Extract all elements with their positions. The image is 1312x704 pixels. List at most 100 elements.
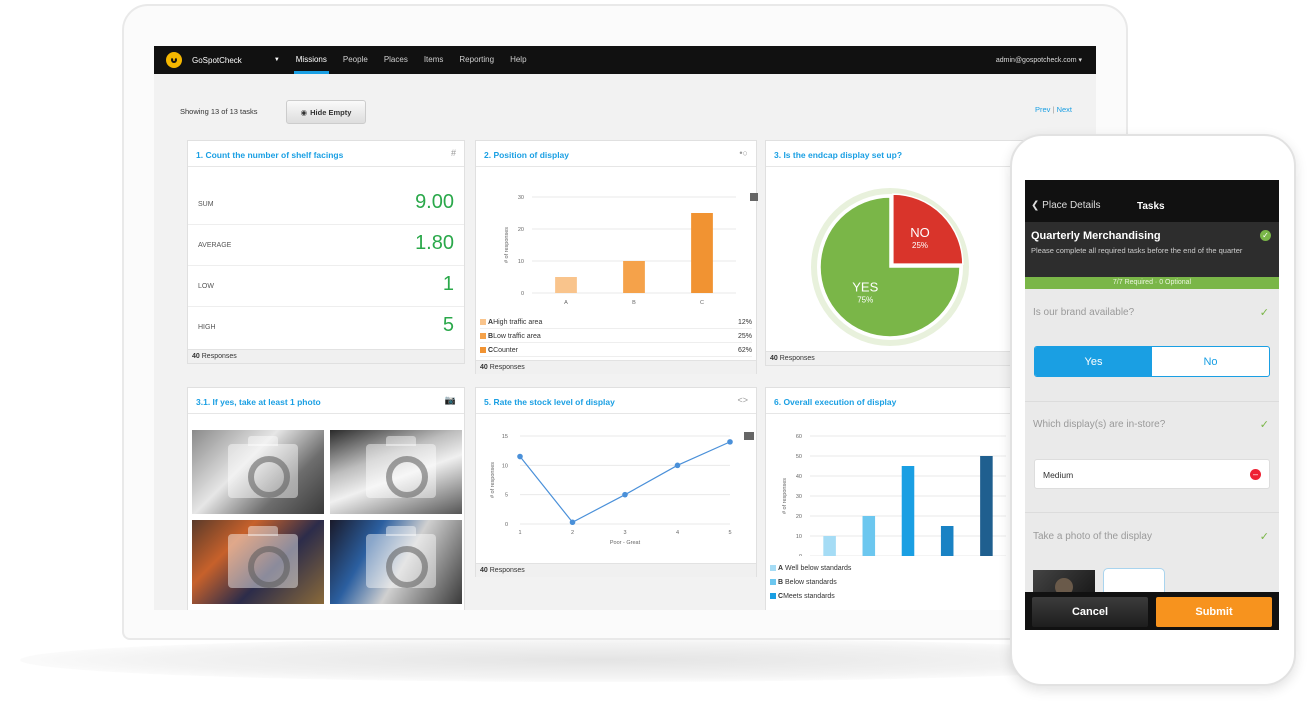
top-navbar: GoSpotCheck ▼ Missions People Places Ite… [154,46,1096,74]
table-icon [750,193,758,201]
display-select[interactable]: Medium – [1034,459,1270,489]
y-tick-label: 50 [796,454,802,460]
chevron-left-icon: ❮ [1031,200,1040,211]
card-header: 2. Position of display •○ [476,141,756,167]
bar [901,466,915,556]
bar [980,456,993,556]
next-link[interactable]: Next [1057,105,1072,114]
checkmark-icon: ✓ [1259,307,1269,319]
y-tick-label: 0 [505,522,508,528]
card-footer-responses: 40 Responses [476,360,756,374]
photo-thumbnail[interactable] [330,430,462,514]
phone-title: Tasks [1137,201,1165,212]
photo-thumbnail[interactable] [192,520,324,604]
divider [1025,401,1279,402]
card-footer-responses: 40 Responses [188,349,464,363]
responses-label: Responses [779,355,815,362]
camera-placeholder-icon [366,526,436,588]
table-icon [744,432,754,440]
data-point [727,439,733,445]
x-tick-label: C [700,300,704,306]
y-tick-label: 15 [502,434,508,440]
bar [623,261,645,293]
card-title[interactable]: 1. Count the number of shelf facings [196,150,343,160]
stat-row-low: LOW 1 [188,267,464,307]
card-shelf-facings: 1. Count the number of shelf facings # S… [187,140,465,364]
responses-label: Responses [489,364,525,371]
legend-label: Below standards [785,579,837,586]
legend-swatch [770,579,776,585]
responses-label: Responses [489,567,525,574]
yes-option[interactable]: Yes [1035,347,1152,376]
legend-label: Low traffic area [493,333,541,340]
legend-swatch [770,565,776,571]
bar [555,277,577,293]
legend-label: Meets standards [783,593,835,600]
y-tick-label: 5 [505,493,508,499]
legend-label: Counter [493,347,518,354]
account-menu[interactable]: admin@gospotcheck.com ▾ [996,56,1082,64]
legend-item-b: B Below standards [770,577,837,588]
task-count: Showing 13 of 13 tasks [180,107,258,116]
divider [1025,512,1279,513]
card-title[interactable]: 5. Rate the stock level of display [484,397,615,407]
y-tick-label: 40 [796,474,802,480]
position-bar-chart: 0 10 20 30 # of responses A B C [504,193,758,306]
hide-empty-button[interactable]: ◉ Hide Empty [286,100,366,124]
data-point [622,491,628,498]
x-tick-label: 2 [571,530,574,536]
x-axis-label: Poor - Great [610,540,641,546]
pie-label: YES [852,280,878,295]
card-title[interactable]: 6. Overall execution of display [774,397,896,407]
brand-name[interactable]: GoSpotCheck [192,56,242,65]
no-option[interactable]: No [1152,347,1269,376]
prev-link[interactable]: Prev [1035,105,1050,114]
responses-count: 40 [480,364,488,371]
x-tick-label: B [632,300,636,306]
legend-item-a: A Well below standards [770,563,851,574]
question-photo: Take a photo of the display [1033,531,1152,542]
checkmark-icon: ✓ [1259,419,1269,431]
card-header: 1. Count the number of shelf facings # [188,141,464,167]
nav-people[interactable]: People [343,46,368,74]
data-point [517,453,523,460]
yes-no-toggle: Yes No [1034,346,1270,377]
radio-options-icon: •○ [739,148,748,158]
card-footer-responses: 40 Responses [476,563,756,577]
photo-thumbnail[interactable] [192,430,324,514]
card-title[interactable]: 3.1. If yes, take at least 1 photo [196,397,321,407]
card-title[interactable]: 2. Position of display [484,150,569,160]
x-tick-label: 3 [623,530,626,536]
stat-label: SUM [198,201,214,208]
pager: Prev | Next [1035,105,1072,114]
phone-navbar: ❮ Place Details Tasks [1025,180,1279,222]
hide-empty-label: Hide Empty [310,107,352,117]
back-label: Place Details [1042,200,1101,211]
stat-row-sum: SUM 9.00 [188,185,464,225]
back-button[interactable]: ❮ Place Details [1031,200,1101,211]
card-title[interactable]: 3. Is the endcap display set up? [774,150,902,160]
stat-value: 1.80 [415,232,454,254]
nav-items[interactable]: Items [424,46,444,74]
nav-missions[interactable]: Missions [293,46,330,74]
legend-key: A [778,565,784,572]
photo-thumbnail[interactable] [330,520,462,604]
x-tick-label: 4 [676,530,679,536]
hash-icon: # [450,148,456,158]
legend-swatch [480,347,486,353]
x-tick-label: 5 [728,530,731,536]
y-tick-label: 0 [521,291,524,297]
responses-count: 40 [192,353,200,360]
nav-places[interactable]: Places [384,46,408,74]
cancel-button[interactable]: Cancel [1032,597,1148,627]
brand-logo-icon[interactable] [166,52,182,68]
brand-caret-icon[interactable]: ▼ [274,57,280,63]
submit-button[interactable]: Submit [1156,597,1272,627]
phone-screen: ❮ Place Details Tasks Quarterly Merchand… [1025,180,1279,630]
nav-reporting[interactable]: Reporting [459,46,494,74]
x-tick-label: 1 [518,530,521,536]
remove-icon[interactable]: – [1250,469,1261,480]
nav-help[interactable]: Help [510,46,526,74]
bar [691,213,713,293]
selected-value: Medium [1043,470,1074,480]
